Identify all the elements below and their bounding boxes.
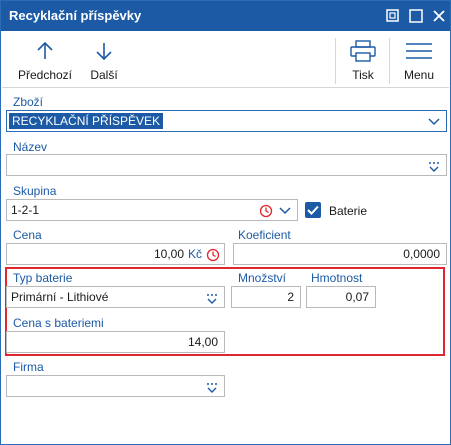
next-label: Další xyxy=(90,68,118,82)
firma-label: Firma xyxy=(13,360,44,374)
mnozstvi-field[interactable]: 2 xyxy=(231,286,301,308)
previous-button[interactable]: Předchozí xyxy=(12,32,78,88)
zbozi-label: Zboží xyxy=(13,95,44,109)
printer-icon xyxy=(340,40,386,62)
dropdown-list-icon[interactable] xyxy=(205,380,219,394)
hmotnost-label: Hmotnost xyxy=(311,271,363,285)
checkmark-icon xyxy=(307,205,319,215)
firma-field[interactable] xyxy=(6,375,225,397)
skupina-label: Skupina xyxy=(13,184,57,198)
hamburger-icon xyxy=(394,40,444,62)
close-icon[interactable] xyxy=(429,6,449,26)
cena-s-bateriemi-value: 14,00 xyxy=(187,335,218,349)
typ-baterie-select[interactable]: Primární - Lithiové xyxy=(6,286,225,308)
nazev-label: Název xyxy=(13,140,48,154)
title-bar: Recyklační příspěvky xyxy=(1,1,450,31)
toolbar-divider xyxy=(335,38,336,84)
menu-button[interactable]: Menu xyxy=(394,32,444,88)
mnozstvi-value: 2 xyxy=(287,290,294,304)
currency-label: Kč xyxy=(187,247,202,261)
skupina-select[interactable]: 1-2-1 xyxy=(6,199,298,221)
print-button[interactable]: Tisk xyxy=(340,32,386,88)
cena-label: Cena xyxy=(13,228,42,242)
dropdown-list-icon[interactable] xyxy=(205,291,219,305)
next-button[interactable]: Další xyxy=(82,32,126,88)
nazev-field[interactable] xyxy=(6,154,447,176)
zbozi-value: RECYKLAČNÍ PŘÍSPĚVEK xyxy=(9,113,164,129)
clock-icon[interactable] xyxy=(206,248,220,262)
arrow-up-icon xyxy=(12,40,78,62)
toolbar: Předchozí Další Tisk Menu xyxy=(2,32,449,88)
typ-baterie-label: Typ baterie xyxy=(13,271,73,285)
koeficient-field[interactable]: 0,0000 xyxy=(233,243,447,265)
mnozstvi-label: Množství xyxy=(238,271,287,285)
cena-s-bateriemi-field[interactable]: 14,00 xyxy=(6,331,225,353)
print-label: Tisk xyxy=(352,68,374,82)
arrow-down-icon xyxy=(82,40,126,62)
dialog-window: Recyklační příspěvky Předchozí Další Tis… xyxy=(0,0,451,445)
toolbar-divider xyxy=(389,38,390,84)
hmotnost-value: 0,07 xyxy=(345,290,369,304)
restore-icon[interactable] xyxy=(383,6,403,26)
menu-label: Menu xyxy=(403,68,435,82)
zbozi-select[interactable]: RECYKLAČNÍ PŘÍSPĚVEK xyxy=(6,110,447,132)
previous-label: Předchozí xyxy=(17,68,73,82)
baterie-checkbox[interactable] xyxy=(305,202,321,218)
cena-s-bateriemi-label: Cena s bateriemi xyxy=(13,316,104,330)
skupina-value: 1-2-1 xyxy=(11,203,40,217)
cena-field[interactable]: 10,00 Kč xyxy=(6,243,225,265)
chevron-down-icon[interactable] xyxy=(427,116,441,128)
chevron-down-icon[interactable] xyxy=(278,205,292,217)
hmotnost-field[interactable]: 0,07 xyxy=(306,286,376,308)
typ-baterie-value: Primární - Lithiové xyxy=(11,290,109,304)
window-title: Recyklační příspěvky xyxy=(9,8,142,23)
koeficient-value: 0,0000 xyxy=(403,247,440,261)
maximize-icon[interactable] xyxy=(406,6,426,26)
baterie-label: Baterie xyxy=(329,204,368,218)
cena-value: 10,00 xyxy=(153,247,184,261)
koeficient-label: Koeficient xyxy=(238,228,291,242)
dropdown-list-icon[interactable] xyxy=(427,159,441,173)
clock-icon[interactable] xyxy=(259,204,273,218)
